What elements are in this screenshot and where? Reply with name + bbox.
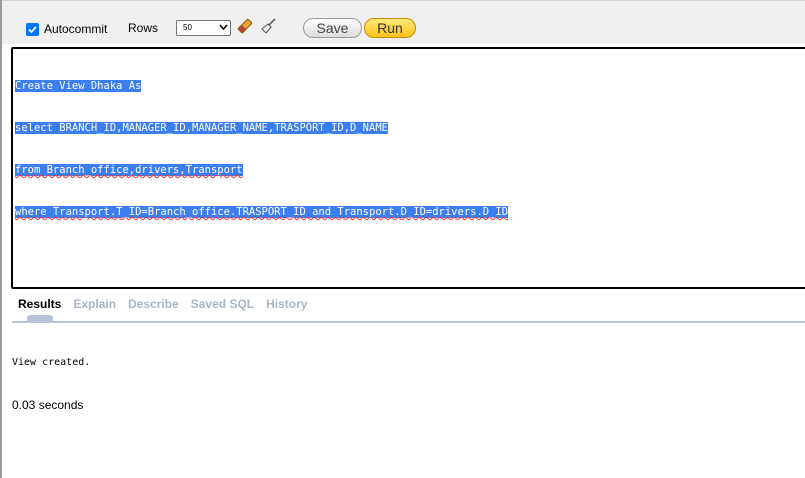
tab-saved-sql[interactable]: Saved SQL	[191, 297, 254, 311]
code-line: select BRANCH_ID,MANAGER_ID,MANAGER_NAME…	[15, 121, 508, 135]
tab-results[interactable]: Results	[18, 297, 61, 311]
tab-explain[interactable]: Explain	[73, 297, 116, 311]
autocommit-checkbox[interactable]	[26, 22, 39, 36]
rows-select-value: 50	[183, 23, 192, 32]
code-line: Create View Dhaka As	[15, 79, 508, 93]
checkmark-icon	[28, 25, 37, 33]
tab-describe[interactable]: Describe	[128, 297, 179, 311]
rows-label: Rows	[128, 21, 159, 35]
output-tabs: Results Explain Describe Saved SQL Histo…	[18, 297, 319, 311]
result-message: View created.	[12, 357, 91, 368]
toolbar: Autocommit Rows 50 Save Run	[2, 0, 805, 44]
autocommit-toggle[interactable]: Autocommit	[26, 22, 107, 36]
code-line-text: where Transport.T_ID=Branch_office.TRASP…	[15, 206, 509, 218]
chevron-down-icon	[219, 24, 228, 31]
code-line: from Branch_office,drivers,Transport	[15, 163, 508, 177]
eraser-icon[interactable]	[236, 17, 254, 35]
sql-code: Create View Dhaka As select BRANCH_ID,MA…	[15, 51, 509, 247]
code-line-text: Create View Dhaka As	[15, 80, 142, 92]
elapsed-time: 0.03 seconds	[12, 398, 84, 412]
code-line-text: from Branch_office,drivers,Transport	[15, 164, 243, 176]
window-left-edge	[0, 0, 2, 478]
rows-select[interactable]: 50	[176, 20, 231, 36]
save-button[interactable]: Save	[303, 18, 362, 38]
run-button[interactable]: Run	[364, 18, 416, 38]
code-line: where Transport.T_ID=Branch_office.TRASP…	[15, 205, 509, 219]
autocommit-label: Autocommit	[44, 22, 108, 36]
tabs-divider	[12, 321, 805, 323]
code-line-text: select BRANCH_ID,MANAGER_ID,MANAGER_NAME…	[15, 122, 388, 134]
broom-icon[interactable]	[260, 17, 278, 35]
tab-history[interactable]: History	[266, 297, 307, 311]
sql-editor[interactable]: Create View Dhaka As select BRANCH_ID,MA…	[11, 47, 805, 289]
